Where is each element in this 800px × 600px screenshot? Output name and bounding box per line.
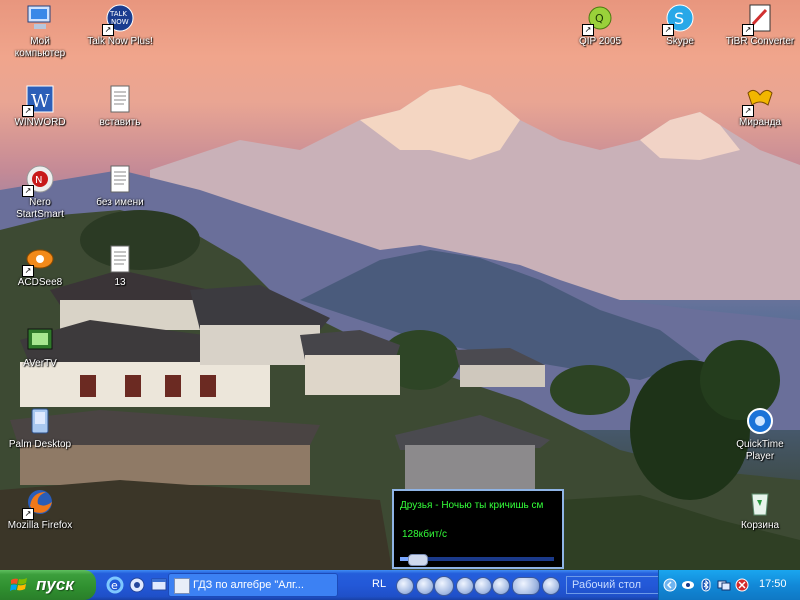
desktop-icon[interactable]: AVerTV bbox=[1, 324, 79, 370]
desktop-icon-label: Mozilla Firefox bbox=[7, 520, 73, 531]
windows-logo-icon bbox=[10, 578, 27, 591]
desktop-icon[interactable]: QuickTime Player bbox=[721, 405, 799, 463]
stop-icon[interactable] bbox=[416, 577, 434, 595]
desktop-icon-label: TiBR Converter bbox=[725, 36, 795, 47]
desktop-icon-label: Мой компьютер bbox=[14, 36, 66, 59]
desktop-icon[interactable]: Palm Desktop bbox=[1, 405, 79, 451]
desktop-icon[interactable]: ↗ TiBR Converter bbox=[721, 2, 799, 48]
desktop-icon[interactable]: Корзина bbox=[721, 486, 799, 532]
svg-text:e: e bbox=[111, 579, 118, 592]
desktop-icon-label: Nero StartSmart bbox=[16, 197, 64, 220]
mute-icon[interactable] bbox=[492, 577, 510, 595]
palm-desktop-icon bbox=[31, 408, 49, 434]
my-computer-icon bbox=[27, 5, 51, 29]
desktop-icon[interactable]: ↗ ACDSee8 bbox=[1, 243, 79, 289]
taskbar-button-gdz[interactable]: ГДЗ по алгебре "Алг... bbox=[168, 573, 338, 597]
seek-knob[interactable] bbox=[408, 554, 429, 566]
bitrate-label: 128кбит/с bbox=[402, 529, 447, 540]
eye-icon[interactable] bbox=[681, 578, 695, 592]
system-tray: 17:50 bbox=[658, 570, 800, 600]
desktop-toolbar-label: Рабочий стол bbox=[572, 579, 642, 591]
desktop-icon-label: Skype bbox=[666, 36, 694, 47]
desktop-icon-label: 13 bbox=[114, 277, 126, 288]
desktop-icon[interactable]: W ↗ WINWORD bbox=[1, 83, 79, 129]
desktop-icon[interactable]: вставить bbox=[81, 83, 159, 129]
expand-arrow-icon[interactable] bbox=[663, 578, 677, 592]
volume-slider[interactable] bbox=[512, 577, 540, 595]
shortcut-arrow-icon: ↗ bbox=[582, 24, 594, 36]
show-desktop-icon[interactable] bbox=[150, 576, 168, 594]
desktop-icon-label: ACDSee8 bbox=[17, 277, 63, 288]
desktop-icon[interactable]: Мой компьютер bbox=[1, 2, 79, 60]
svg-text:TALK: TALK bbox=[109, 10, 127, 18]
desktop: Мой компьютер TALK NOW ↗ Talk Now Plus! Q ↗ QIP… bbox=[0, 0, 800, 570]
desktop-icon-label: Talk Now Plus! bbox=[87, 36, 153, 47]
start-button[interactable]: пуск bbox=[0, 570, 96, 600]
previous-icon[interactable] bbox=[456, 577, 474, 595]
desktop-icon[interactable]: ↗ Миранда bbox=[721, 83, 799, 129]
desktop-icon[interactable]: без имени bbox=[81, 163, 159, 209]
quicktime-icon bbox=[747, 408, 773, 434]
bluetooth-icon[interactable] bbox=[699, 578, 713, 592]
media-player-mini[interactable]: Друзья - Ночью ты кричишь см 128кбит/с bbox=[392, 489, 564, 569]
shortcut-arrow-icon: ↗ bbox=[742, 105, 754, 117]
language-indicator[interactable]: RL bbox=[372, 578, 386, 590]
shortcut-arrow-icon: ↗ bbox=[742, 24, 754, 36]
desktop-icon[interactable]: TALK NOW ↗ Talk Now Plus! bbox=[81, 2, 159, 48]
desktop-icon-label: без имени bbox=[96, 197, 144, 208]
svg-text:S: S bbox=[674, 9, 684, 28]
network-icon[interactable] bbox=[717, 578, 731, 592]
internet-explorer-icon[interactable]: e bbox=[106, 576, 124, 594]
desktop-icon-label: Миранда bbox=[739, 117, 781, 128]
text-document-icon bbox=[110, 85, 130, 113]
wmp-menu-icon[interactable] bbox=[396, 577, 414, 595]
taskbar: пуск e ГДЗ по алгебре "Алг... RL Рабочий… bbox=[0, 570, 800, 600]
desktop-icon-label: Palm Desktop bbox=[8, 439, 72, 450]
shortcut-arrow-icon: ↗ bbox=[662, 24, 674, 36]
shortcut-arrow-icon: ↗ bbox=[102, 24, 114, 36]
desktop-icon[interactable]: 13 bbox=[81, 243, 159, 289]
start-label: пуск bbox=[36, 575, 74, 594]
svg-text:N: N bbox=[35, 175, 42, 186]
desktop-toolbar[interactable]: Рабочий стол bbox=[566, 576, 662, 594]
shortcut-arrow-icon: ↗ bbox=[22, 185, 34, 197]
wmp-toolbar bbox=[394, 573, 560, 597]
desktop-icon[interactable]: ↗ Mozilla Firefox bbox=[1, 486, 79, 532]
text-document-icon bbox=[110, 245, 130, 273]
desktop-icon[interactable]: N ↗ Nero StartSmart bbox=[1, 163, 79, 221]
restore-player-icon[interactable] bbox=[542, 577, 560, 595]
desktop-icon-label: WINWORD bbox=[14, 117, 66, 128]
shield-icon[interactable] bbox=[735, 578, 749, 592]
desktop-icon-label: AVerTV bbox=[23, 358, 57, 369]
desktop-icon-label: QIP 2005 bbox=[578, 36, 622, 47]
seek-bar[interactable] bbox=[400, 554, 554, 566]
media-player-icon[interactable] bbox=[128, 576, 146, 594]
text-document-icon bbox=[110, 165, 130, 193]
shortcut-arrow-icon: ↗ bbox=[22, 105, 34, 117]
recycle-bin-icon bbox=[751, 493, 769, 516]
shortcut-arrow-icon: ↗ bbox=[22, 265, 34, 277]
next-icon[interactable] bbox=[474, 577, 492, 595]
now-playing-track: Друзья - Ночью ты кричишь см bbox=[400, 500, 544, 511]
avertv-icon bbox=[27, 328, 53, 350]
desktop-icon-label: Корзина bbox=[740, 520, 780, 531]
desktop-icon[interactable]: Q ↗ QIP 2005 bbox=[561, 2, 639, 48]
desktop-icon-label: вставить bbox=[99, 117, 141, 128]
desktop-icon[interactable]: S ↗ Skype bbox=[641, 2, 719, 48]
svg-text:Q: Q bbox=[595, 12, 604, 25]
desktop-icon-label: QuickTime Player bbox=[736, 439, 784, 462]
shortcut-arrow-icon: ↗ bbox=[22, 508, 34, 520]
clock[interactable]: 17:50 bbox=[759, 578, 787, 590]
pause-icon[interactable] bbox=[434, 576, 454, 596]
browser-window-icon bbox=[174, 578, 190, 594]
taskbar-button-label: ГДЗ по алгебре "Алг... bbox=[193, 579, 304, 591]
